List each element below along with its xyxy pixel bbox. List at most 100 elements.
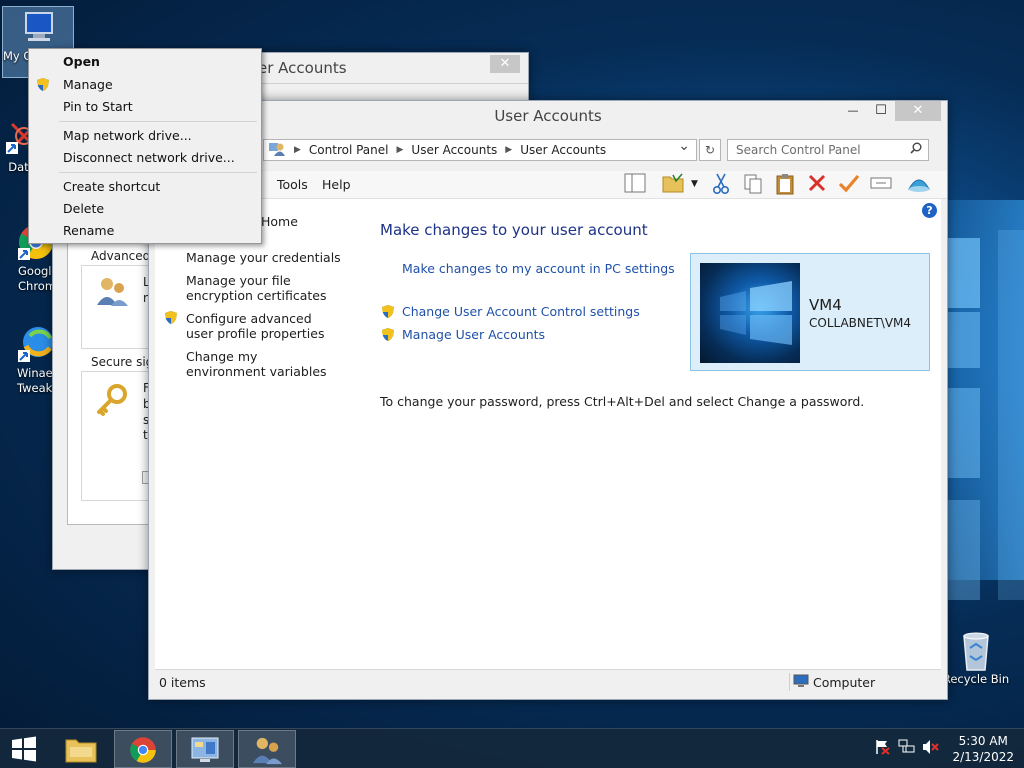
users-icon	[95, 275, 129, 310]
menu-item-rename[interactable]: Rename	[63, 223, 114, 238]
wallpaper-pane	[944, 388, 980, 478]
search-icon[interactable]	[910, 142, 922, 157]
copy-icon[interactable]	[741, 173, 765, 197]
page-title: Make changes to your user account	[380, 221, 648, 239]
refresh-button[interactable]: ↻	[699, 139, 721, 161]
delete-icon[interactable]	[805, 173, 829, 197]
windows-logo-icon	[12, 736, 36, 762]
paste-icon[interactable]	[773, 173, 797, 197]
chrome-icon	[130, 737, 156, 763]
breadcrumb-separator: ▶	[505, 145, 513, 155]
computer-icon	[793, 674, 809, 691]
uac-shield-icon	[381, 327, 395, 342]
breadcrumb-control-panel[interactable]: Control Panel	[305, 143, 393, 157]
context-menu: Open Manage Pin to Start Map network dri…	[28, 48, 262, 244]
layout-pane-icon[interactable]	[623, 173, 647, 197]
network-icon[interactable]	[898, 739, 916, 759]
user-domain: COLLABNET\VM4	[809, 316, 912, 330]
help-icon[interactable]: ?	[922, 203, 937, 218]
user-card: VM4 COLLABNET\VM4	[690, 253, 930, 371]
menu-item-disconnect-network-drive[interactable]: Disconnect network drive...	[63, 150, 235, 165]
taskbar: 5:30 AM 2/13/2022	[0, 728, 1024, 768]
password-note: To change your password, press Ctrl+Alt+…	[380, 394, 865, 409]
wallpaper-pane	[998, 230, 1024, 600]
desktop-icon-recycle-bin[interactable]: Recycle Bin	[938, 630, 1014, 687]
address-row: ▶ Control Panel ▶ User Accounts ▶ User A…	[157, 137, 939, 163]
address-bar[interactable]: ▶ Control Panel ▶ User Accounts ▶ User A…	[263, 138, 697, 161]
winaero-icon	[16, 324, 56, 364]
computer-icon	[18, 7, 58, 47]
item-count: 0 items	[159, 675, 206, 690]
back-window-title: er Accounts	[258, 59, 347, 77]
control-panel-icon	[191, 737, 219, 762]
breadcrumb-separator: ▶	[294, 145, 301, 155]
start-button[interactable]	[0, 730, 48, 768]
advanced-group-label: Advanced	[91, 249, 151, 263]
menu-help[interactable]: Help	[322, 177, 351, 192]
uac-shield-icon	[164, 310, 178, 325]
minimize-button[interactable]: —	[839, 101, 867, 121]
taskbar-chrome[interactable]	[114, 730, 172, 768]
status-divider	[789, 673, 790, 691]
user-accounts-window[interactable]: User Accounts — ☐ ✕ ▶ Control Panel ▶ Us…	[148, 100, 948, 700]
control-panel-home-link[interactable]: Home	[261, 214, 298, 229]
breadcrumb-user-accounts[interactable]: User Accounts	[407, 143, 501, 157]
address-dropdown-icon[interactable]: ⌄	[678, 138, 690, 154]
clock[interactable]: 5:30 AM 2/13/2022	[952, 733, 1014, 765]
maximize-button[interactable]: ☐	[867, 101, 895, 121]
menu-separator	[59, 121, 257, 122]
user-name: VM4	[809, 296, 842, 314]
content-area: ? Home Manage your credentials Manage yo…	[155, 199, 941, 669]
menu-item-create-shortcut[interactable]: Create shortcut	[63, 179, 160, 194]
folder-view-icon[interactable]	[661, 173, 685, 197]
close-button[interactable]: ✕	[895, 101, 941, 121]
recycle-bin-icon	[956, 630, 996, 671]
search-placeholder: Search Control Panel	[736, 143, 861, 157]
clock-time: 5:30 AM	[958, 734, 1008, 748]
menu-item-map-network-drive[interactable]: Map network drive...	[63, 128, 192, 143]
main-window-title: User Accounts	[494, 107, 602, 125]
status-location: Computer	[813, 675, 876, 690]
menu-bar: Tools Help ▼	[149, 171, 947, 199]
menu-tools[interactable]: Tools	[277, 177, 308, 192]
uac-shield-icon	[381, 304, 395, 319]
rename-icon[interactable]	[869, 173, 893, 197]
file-encryption-link[interactable]: Manage your file encryption certificates	[186, 273, 356, 303]
taskbar-control-panel[interactable]	[176, 730, 234, 768]
key-icon	[95, 383, 129, 420]
menu-item-open[interactable]: Open	[63, 54, 100, 69]
status-bar: 0 items Computer	[155, 669, 941, 693]
back-window-close-button[interactable]: ✕	[490, 55, 520, 73]
view-dropdown-icon[interactable]: ▼	[691, 179, 698, 189]
wallpaper-pane	[944, 500, 980, 600]
cut-icon[interactable]	[709, 173, 733, 197]
properties-check-icon[interactable]	[837, 173, 861, 197]
uac-settings-link[interactable]: Change User Account Control settings	[402, 304, 640, 319]
manage-credentials-link[interactable]: Manage your credentials	[186, 250, 341, 265]
control-panel-icon	[264, 141, 290, 160]
search-input[interactable]: Search Control Panel	[727, 139, 929, 161]
advanced-profile-link[interactable]: Configure advanced user profile properti…	[186, 311, 336, 341]
menu-item-manage[interactable]: Manage	[63, 77, 113, 92]
uac-shield-icon	[36, 77, 50, 95]
clock-date: 2/13/2022	[952, 750, 1014, 764]
breadcrumb-separator: ▶	[396, 145, 404, 155]
avatar	[700, 263, 800, 363]
folder-icon	[65, 739, 97, 763]
pc-settings-link[interactable]: Make changes to my account in PC setting…	[402, 261, 675, 276]
main-window-titlebar[interactable]: User Accounts — ☐ ✕	[149, 101, 947, 131]
users-icon	[252, 737, 282, 765]
desktop-icon-label: Recycle Bin	[942, 672, 1010, 686]
menu-item-pin-to-start[interactable]: Pin to Start	[63, 99, 133, 114]
taskbar-user-accounts[interactable]	[238, 730, 296, 768]
breadcrumb-user-accounts-current[interactable]: User Accounts	[516, 143, 610, 157]
action-center-flag-icon[interactable]	[874, 739, 890, 759]
environment-variables-link[interactable]: Change my environment variables	[186, 349, 336, 379]
volume-muted-icon[interactable]	[922, 739, 940, 759]
network-globe-icon[interactable]	[907, 173, 931, 197]
menu-item-delete[interactable]: Delete	[63, 201, 104, 216]
wallpaper-pane	[944, 312, 980, 368]
menu-separator	[59, 172, 257, 173]
taskbar-file-explorer[interactable]	[52, 730, 110, 768]
manage-user-accounts-link[interactable]: Manage User Accounts	[402, 327, 545, 342]
